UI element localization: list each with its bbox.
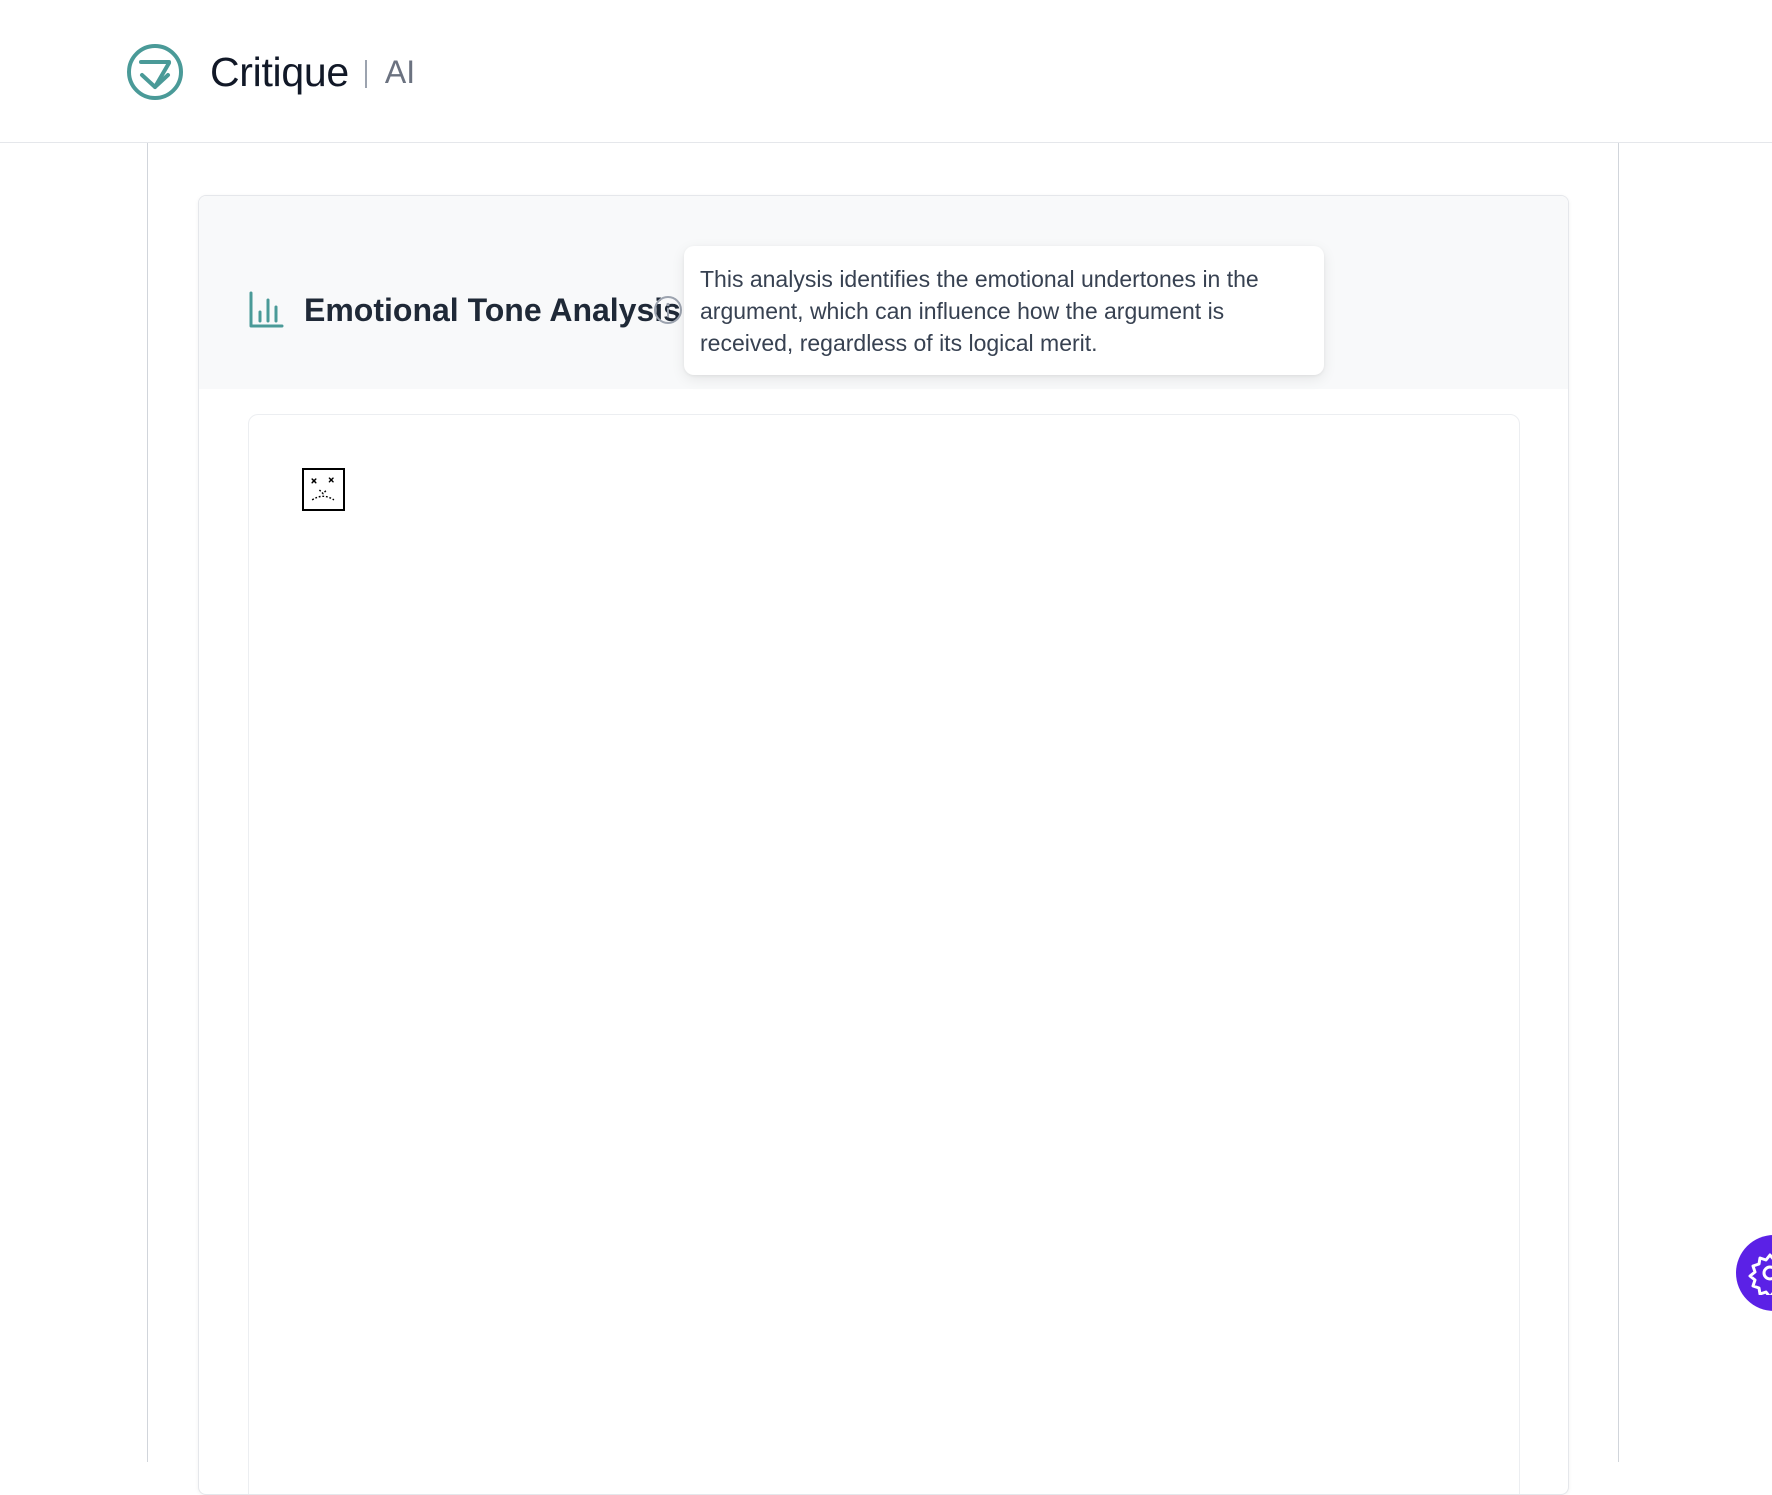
section-title: Emotional Tone Analysis <box>304 292 681 328</box>
info-tooltip: This analysis identifies the emotional u… <box>684 246 1324 375</box>
content-frame-left-border <box>147 143 148 1462</box>
chart-container <box>248 414 1520 1494</box>
card-header: Emotional Tone Analysis This analysis id… <box>199 196 1568 389</box>
brand-suffix: AI <box>384 53 416 90</box>
bar-chart-icon <box>249 291 284 328</box>
brand[interactable]: Critique AI <box>125 40 415 104</box>
logo-icon <box>127 44 183 100</box>
brand-separator <box>364 60 367 88</box>
content-frame-right-border <box>1618 143 1619 1462</box>
broken-image-icon <box>302 468 345 511</box>
info-icon[interactable] <box>653 295 683 325</box>
emotional-tone-card: Emotional Tone Analysis This analysis id… <box>198 195 1569 1495</box>
top-navigation-bar: Critique AI <box>0 0 1772 143</box>
brand-name: Critique <box>210 48 349 95</box>
gear-icon <box>1748 1253 1772 1295</box>
floating-settings-button[interactable] <box>1736 1235 1772 1311</box>
